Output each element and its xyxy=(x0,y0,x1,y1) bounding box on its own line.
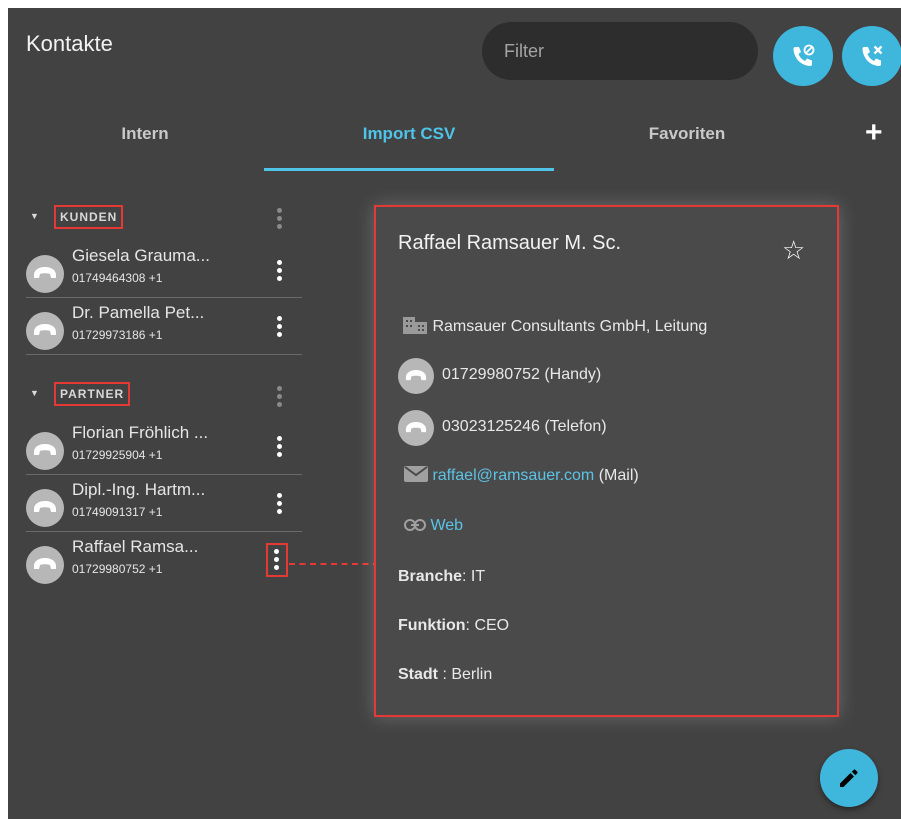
contact-name: Dipl.-Ing. Hartm... xyxy=(72,480,206,499)
email-type: (Mail) xyxy=(598,467,639,484)
add-contact-button[interactable]: + xyxy=(865,116,883,150)
contact-number: 01729925904 +1 xyxy=(72,448,163,462)
group-header-kunden[interactable]: ▼ KUNDEN xyxy=(26,205,308,233)
contact-row-hartmut[interactable]: Dipl.-Ing. Hartm... 01749091317 +1 xyxy=(26,475,302,532)
phone-blocked-icon xyxy=(793,44,815,66)
contact-name: Dr. Pamella Pet... xyxy=(72,303,205,322)
phone-avatar-icon[interactable] xyxy=(26,489,64,527)
highlight-connector xyxy=(289,563,379,565)
phone-avatar-icon[interactable] xyxy=(26,255,64,293)
cancel-calls-button[interactable] xyxy=(842,26,901,86)
phone-avatar-icon[interactable] xyxy=(26,546,64,584)
contacts-app: Kontakte Filter Intern Import CSV Favori… xyxy=(8,8,901,819)
company-line: Ramsauer Consultants GmbH, Leitung xyxy=(402,315,707,336)
detail-name: Raffael Ramsauer M. Sc. xyxy=(398,232,622,254)
pencil-icon xyxy=(840,769,858,787)
blocked-calls-button[interactable] xyxy=(773,26,833,86)
contact-number: 01729980752 +1 xyxy=(72,562,163,576)
email-link[interactable]: raffael@ramsauer.com xyxy=(432,467,594,484)
contact-row-florian[interactable]: Florian Fröhlich ... 01729925904 +1 xyxy=(26,418,302,475)
contact-detail-card: Raffael Ramsauer M. Sc. ☆ Ramsauer Consu… xyxy=(374,205,839,717)
link-icon xyxy=(404,519,426,531)
phone-avatar-icon[interactable] xyxy=(26,312,64,350)
group-partner-menu-icon[interactable] xyxy=(274,382,284,412)
phone-avatar-icon[interactable] xyxy=(26,432,64,470)
group-kunden-menu-icon[interactable] xyxy=(274,204,284,234)
filter-input[interactable]: Filter xyxy=(482,22,758,80)
email-line: raffael@ramsauer.com (Mail) xyxy=(404,466,639,485)
filter-placeholder: Filter xyxy=(504,41,544,61)
phone-telefon-icon[interactable] xyxy=(398,410,434,446)
stadt-line: Stadt : Berlin xyxy=(398,666,492,684)
contact-menu-icon[interactable] xyxy=(274,489,284,519)
contact-menu-icon-highlighted[interactable] xyxy=(266,543,288,577)
branche-value: : IT xyxy=(462,568,486,585)
branche-label: Branche xyxy=(398,568,463,585)
web-line: Web xyxy=(404,517,463,535)
group-label-kunden: KUNDEN xyxy=(54,205,124,229)
contact-number: 01749091317 +1 xyxy=(72,505,163,519)
contact-menu-icon[interactable] xyxy=(274,256,284,286)
contact-row-pamella[interactable]: Dr. Pamella Pet... 01729973186 +1 xyxy=(26,298,302,355)
contact-number: 01749464308 +1 xyxy=(72,271,163,285)
tab-bar: Intern Import CSV Favoriten xyxy=(8,108,901,172)
funktion-value: : CEO xyxy=(465,617,510,634)
mail-icon xyxy=(404,466,428,482)
stadt-value: : Berlin xyxy=(438,666,493,683)
contact-name: Florian Fröhlich ... xyxy=(72,423,209,442)
header: Kontakte Filter xyxy=(8,8,901,88)
contact-number: 01729973186 +1 xyxy=(72,328,163,342)
group-label-partner: PARTNER xyxy=(54,382,131,406)
tab-intern[interactable]: Intern xyxy=(8,124,290,144)
caret-down-icon[interactable]: ▼ xyxy=(30,211,39,221)
phone-telefon[interactable]: 03023125246 (Telefon) xyxy=(442,418,607,436)
branche-line: Branche: IT xyxy=(398,568,485,586)
edit-button[interactable] xyxy=(820,749,878,807)
company-text: Ramsauer Consultants GmbH, Leitung xyxy=(432,318,708,335)
contact-name: Giesela Grauma... xyxy=(72,246,210,265)
phone-handy[interactable]: 01729980752 (Handy) xyxy=(442,366,601,384)
web-link[interactable]: Web xyxy=(430,517,463,534)
phone-handy-icon[interactable] xyxy=(398,358,434,394)
contact-menu-icon[interactable] xyxy=(274,432,284,462)
favorite-star-icon[interactable]: ☆ xyxy=(782,235,805,266)
phone-cancel-icon xyxy=(862,45,883,66)
contact-name: Raffael Ramsa... xyxy=(72,537,199,556)
contact-menu-icon[interactable] xyxy=(274,312,284,342)
tab-import-csv[interactable]: Import CSV xyxy=(264,124,554,144)
stadt-label: Stadt xyxy=(398,666,438,683)
tab-favoriten[interactable]: Favoriten xyxy=(542,124,832,144)
page-title: Kontakte xyxy=(26,31,113,56)
contact-row-raffael[interactable]: Raffael Ramsa... 01729980752 +1 xyxy=(26,532,302,589)
building-icon xyxy=(403,317,427,334)
contact-row-giesela[interactable]: Giesela Grauma... 01749464308 +1 xyxy=(26,241,302,298)
funktion-label: Funktion xyxy=(398,617,466,634)
group-header-partner[interactable]: ▼ PARTNER xyxy=(26,382,308,410)
funktion-line: Funktion: CEO xyxy=(398,617,509,635)
active-tab-indicator xyxy=(264,168,554,171)
caret-down-icon[interactable]: ▼ xyxy=(30,388,39,398)
